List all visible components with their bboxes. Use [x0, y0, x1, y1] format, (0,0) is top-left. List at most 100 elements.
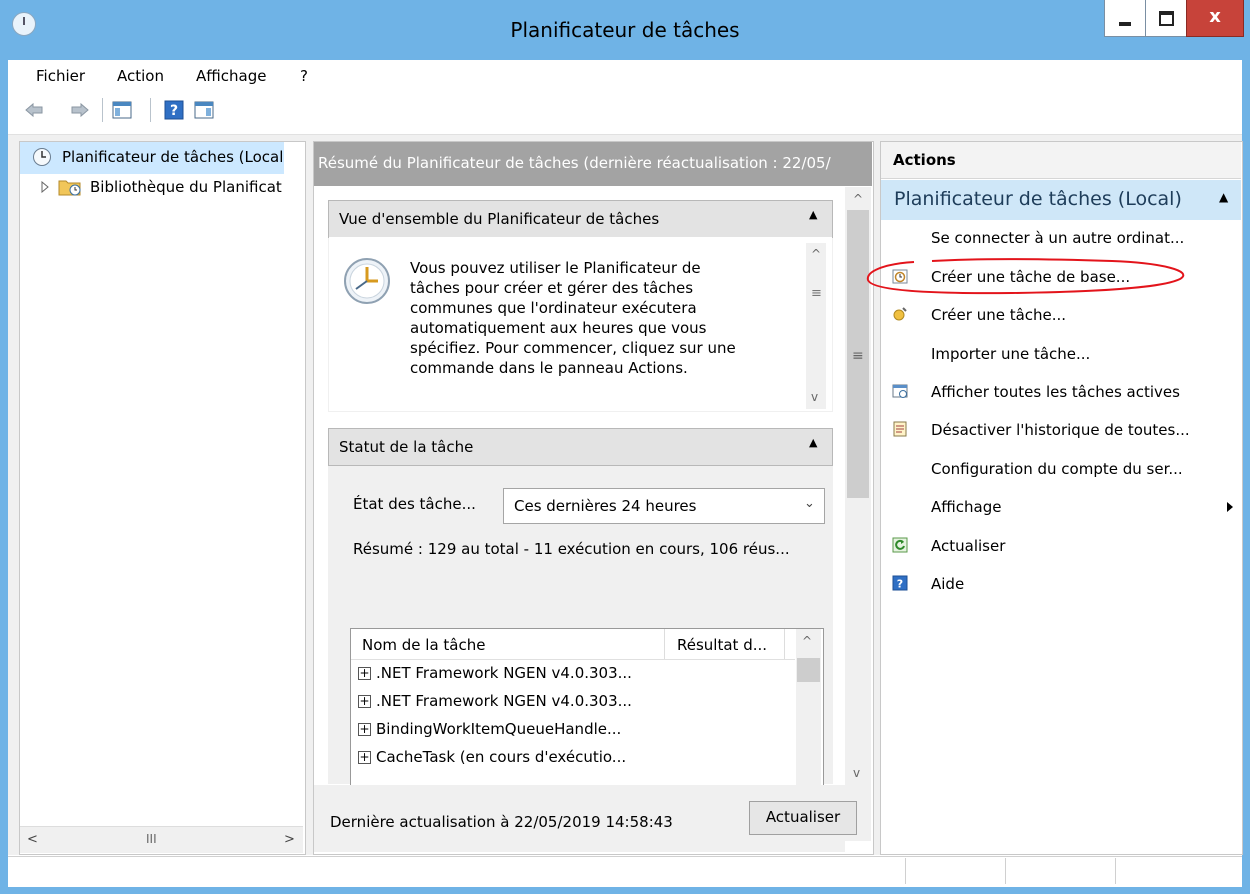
toolbar-separator [150, 98, 151, 122]
scroll-right-arrow[interactable]: > [284, 832, 295, 847]
menu-affichage[interactable]: Affichage [196, 67, 266, 85]
overview-header[interactable]: Vue d'ensemble du Planificateur de tâche… [328, 200, 833, 238]
action-connect[interactable]: Se connecter à un autre ordinat... [931, 229, 1184, 247]
expand-plus-icon[interactable]: + [358, 751, 371, 764]
task-row[interactable]: + CacheTask (en cours d'exécutio... [358, 748, 626, 766]
actions-group-header[interactable]: Planificateur de tâches (Local) ▲ [881, 180, 1241, 220]
help-icon[interactable]: ? [164, 100, 184, 120]
last-refresh-text: Dernière actualisation à 22/05/2019 14:5… [330, 813, 673, 831]
status-bar [8, 856, 1242, 887]
overview-scroll-down[interactable]: v [811, 390, 818, 404]
overview-text: Vous pouvez utiliser le Planificateur de… [410, 258, 800, 378]
overview-line: spécifiez. Pour commencer, cliquez sur u… [410, 339, 736, 357]
back-arrow-icon[interactable] [24, 100, 44, 120]
clock-icon [33, 148, 51, 166]
expand-plus-icon[interactable]: + [358, 723, 371, 736]
actions-group-title: Planificateur de tâches (Local) [894, 188, 1182, 210]
action-view-menu[interactable]: Affichage [931, 498, 1001, 516]
chevron-down-icon: ⌄ [804, 496, 815, 511]
menu-help[interactable]: ? [300, 67, 308, 85]
overview-line: automatiquement aux heures que vous [410, 319, 707, 337]
column-divider[interactable] [784, 629, 785, 659]
show-hide-actions-icon[interactable] [194, 100, 214, 120]
overview-scroll-grip: ≡ [811, 286, 822, 301]
create-task-icon [893, 307, 907, 321]
task-list-scroll-thumb[interactable] [797, 658, 820, 682]
collapse-arrow-icon[interactable]: ▲ [809, 436, 817, 449]
menu-fichier[interactable]: Fichier [36, 67, 85, 85]
action-disable-history[interactable]: Désactiver l'historique de toutes... [931, 421, 1190, 439]
close-button[interactable]: x [1186, 0, 1244, 37]
overview-line: tâches pour créer et gérer des tâches [410, 279, 694, 297]
status-bar-divider [1005, 858, 1006, 884]
action-service-account-config[interactable]: Configuration du compte du ser... [931, 460, 1183, 478]
task-state-dropdown[interactable]: Ces dernières 24 heures ⌄ [503, 488, 825, 524]
task-list-scroll-up[interactable]: ^ [802, 634, 812, 648]
navigation-tree [19, 141, 306, 855]
overview-line: commande dans le panneau Actions. [410, 359, 688, 377]
svg-text:?: ? [170, 103, 178, 119]
svg-text:?: ? [897, 578, 903, 591]
summary-pane-header: Résumé du Planificateur de tâches (derni… [314, 142, 872, 186]
status-bar-divider [1115, 858, 1116, 884]
menu-bar [8, 60, 1242, 90]
scroll-down-arrow[interactable]: v [853, 766, 860, 780]
status-bar-divider [905, 858, 906, 884]
task-row-name: BindingWorkItemQueueHandle... [376, 720, 622, 738]
action-import-task[interactable]: Importer une tâche... [931, 345, 1090, 363]
column-divider[interactable] [664, 629, 665, 659]
tree-horizontal-scrollbar[interactable] [20, 826, 303, 853]
task-row[interactable]: + .NET Framework NGEN v4.0.303... [358, 692, 632, 710]
tree-item-library[interactable]: Bibliothèque du Planificat [90, 178, 284, 196]
collapse-arrow-icon[interactable]: ▲ [809, 208, 817, 221]
collapse-arrow-icon[interactable]: ▲ [1219, 190, 1228, 204]
forward-arrow-icon[interactable] [70, 100, 90, 120]
overview-title: Vue d'ensemble du Planificateur de tâche… [339, 210, 660, 228]
action-refresh[interactable]: Actualiser [931, 537, 1005, 555]
refresh-icon [892, 537, 908, 553]
summary-header-text: Résumé du Planificateur de tâches (derni… [318, 154, 831, 172]
scroll-up-arrow[interactable]: ^ [853, 192, 863, 206]
scheduler-clock-icon [344, 258, 390, 304]
column-task-name[interactable]: Nom de la tâche [362, 636, 485, 654]
action-show-running-tasks[interactable]: Afficher toutes les tâches actives [931, 383, 1180, 401]
submenu-arrow-icon[interactable] [1226, 501, 1234, 513]
help-icon: ? [892, 575, 908, 591]
task-row-name: .NET Framework NGEN v4.0.303... [376, 692, 632, 710]
minimize-button[interactable] [1104, 0, 1146, 37]
task-row[interactable]: + .NET Framework NGEN v4.0.303... [358, 664, 632, 682]
expand-arrow-icon[interactable] [40, 181, 50, 193]
task-summary-text: Résumé : 129 au total - 11 exécution en … [353, 540, 790, 558]
task-row-name: CacheTask (en cours d'exécutio... [376, 748, 627, 766]
actions-header: Actions [881, 142, 1241, 179]
task-state-label: État des tâche... [353, 495, 476, 513]
task-list-scrollbar[interactable] [796, 629, 821, 785]
scroll-thumb-grip: ≡ [852, 348, 864, 364]
tree-item-task-scheduler-local[interactable]: Planificateur de tâches (Local [62, 148, 284, 166]
expand-plus-icon[interactable]: + [358, 695, 371, 708]
overview-line: Vous pouvez utiliser le Planificateur de [410, 259, 701, 277]
scroll-thumb-grip[interactable]: III [146, 832, 157, 846]
task-row[interactable]: + BindingWorkItemQueueHandle... [358, 720, 621, 738]
action-help[interactable]: Aide [931, 575, 964, 593]
maximize-button[interactable] [1145, 0, 1187, 37]
toolbar-separator [102, 98, 103, 122]
actions-title: Actions [893, 151, 956, 169]
running-tasks-icon [892, 384, 908, 398]
show-hide-tree-icon[interactable] [112, 100, 132, 120]
overview-line: communes que l'ordinateur exécutera [410, 299, 697, 317]
scroll-left-arrow[interactable]: < [27, 832, 38, 847]
overview-scrollbar[interactable] [806, 243, 826, 409]
overview-scroll-up[interactable]: ^ [811, 247, 821, 261]
menu-action[interactable]: Action [117, 67, 164, 85]
window-title: Planificateur de tâches [510, 18, 740, 42]
task-status-title: Statut de la tâche [339, 438, 474, 456]
history-icon [893, 421, 907, 437]
column-result[interactable]: Résultat d... [677, 636, 767, 654]
refresh-button[interactable]: Actualiser [749, 801, 857, 835]
action-create-task[interactable]: Créer une tâche... [931, 306, 1066, 324]
expand-plus-icon[interactable]: + [358, 667, 371, 680]
folder-clock-icon [58, 180, 81, 196]
task-status-header[interactable]: Statut de la tâche ▲ [328, 428, 833, 466]
red-annotation-circle [866, 258, 1185, 295]
